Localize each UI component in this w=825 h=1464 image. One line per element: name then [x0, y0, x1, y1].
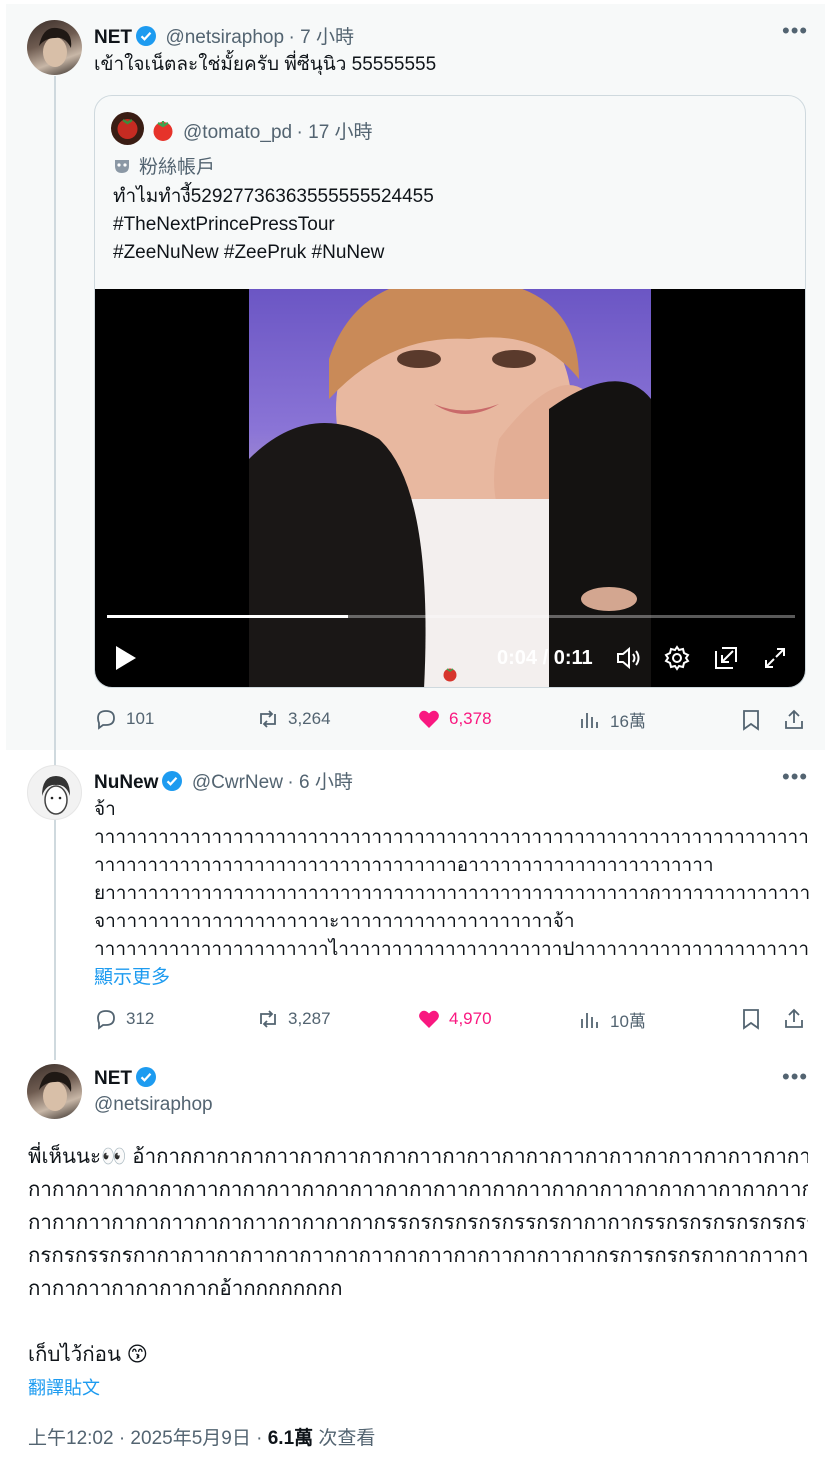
- reply-button[interactable]: 101: [94, 707, 154, 731]
- like-button[interactable]: 4,970: [417, 1007, 492, 1031]
- settings-gear-icon[interactable]: [664, 645, 690, 671]
- handle[interactable]: @netsiraphop: [165, 27, 284, 48]
- video-player[interactable]: 0:04 / 0:11: [95, 289, 805, 687]
- video-progress-fill: [107, 615, 348, 618]
- display-name[interactable]: NET: [94, 1068, 132, 1089]
- tweet-2-header: NuNew @CwrNew · 6 小時: [94, 767, 353, 794]
- reply-icon: [97, 710, 115, 730]
- quote-handle: @tomato_pd: [183, 122, 293, 143]
- play-icon[interactable]: [115, 645, 137, 671]
- view-count: 6.1萬: [267, 1428, 314, 1449]
- view-count-label: 次查看: [313, 1428, 376, 1449]
- more-options-icon[interactable]: •••: [782, 1064, 808, 1090]
- volume-icon[interactable]: [615, 645, 641, 671]
- tweet-2-text: จ้า าาาาาาาาาาาาาาาาาาาาาาาาาาาาาาาาาาาา…: [94, 799, 809, 960]
- reply-button[interactable]: 312: [94, 1007, 154, 1031]
- video-frame: [249, 289, 651, 687]
- picture-in-picture-icon[interactable]: [713, 645, 739, 671]
- tomato-watermark-icon: [443, 668, 457, 682]
- verified-badge-icon: [136, 26, 156, 46]
- retweet-icon: [260, 710, 276, 728]
- views-chart-icon: [581, 1012, 598, 1028]
- fan-account-badge: 粉絲帳戶: [113, 152, 215, 179]
- translate-post-link[interactable]: 翻譯貼文: [28, 1374, 100, 1400]
- tomato-emoji-icon: [151, 118, 175, 142]
- video-progress-track[interactable]: [107, 615, 795, 618]
- display-name[interactable]: NET: [94, 27, 132, 48]
- views-chart-icon: [581, 712, 598, 728]
- verified-badge-icon: [136, 1067, 156, 1087]
- verified-badge-icon: [162, 771, 183, 791]
- heart-icon: [419, 710, 439, 728]
- bookmark-icon[interactable]: [739, 1007, 763, 1031]
- mask-icon: [115, 159, 129, 173]
- share-icon[interactable]: [782, 708, 806, 732]
- more-options-icon[interactable]: •••: [782, 764, 808, 790]
- reply-icon: [97, 1010, 115, 1030]
- like-button[interactable]: 6,378: [417, 707, 492, 731]
- timestamp[interactable]: · 6 小時: [287, 772, 352, 793]
- heart-icon: [419, 1010, 439, 1028]
- handle[interactable]: @CwrNew: [192, 772, 283, 793]
- main-tweet-header: NET: [94, 1066, 157, 1090]
- avatar[interactable]: [27, 765, 82, 820]
- quote-avatar: [111, 112, 144, 145]
- quote-tweet-card[interactable]: @tomato_pd · 17 小時 粉絲帳戶 ทำไมทำงี้5292773…: [94, 95, 806, 688]
- thread-line: [54, 76, 56, 1060]
- video-time: 0:04 / 0:11: [497, 647, 593, 669]
- show-more-link[interactable]: 顯示更多: [94, 962, 170, 989]
- post-metadata: 上午12:02 · 2025年5月9日 · 6.1萬 次查看: [28, 1423, 375, 1450]
- bookmark-icon[interactable]: [739, 708, 763, 732]
- views-button[interactable]: 10萬: [578, 1007, 646, 1032]
- share-icon[interactable]: [782, 1007, 806, 1031]
- fullscreen-icon[interactable]: [762, 645, 788, 671]
- retweet-button[interactable]: 3,287: [256, 1007, 331, 1031]
- avatar[interactable]: [27, 20, 82, 75]
- quote-timestamp: · 17 小時: [296, 122, 373, 143]
- avatar[interactable]: [27, 1064, 82, 1119]
- retweet-button[interactable]: 3,264: [256, 707, 331, 731]
- display-name[interactable]: NuNew: [94, 772, 158, 793]
- tweet-1-text: เข้าใจเน็ตละใช่มั้ยครับ พี่ซีนุนิว 55555…: [94, 54, 437, 75]
- retweet-icon: [260, 1010, 276, 1028]
- quote-text: ทำไมทำงี้52927736363555555524455 #TheNex…: [113, 186, 434, 263]
- main-tweet-text: พี่เห็นนะ👀 อ้ากากกากากากาากากาากากากาากา…: [28, 1145, 808, 1366]
- timestamp[interactable]: · 7 小時: [289, 27, 354, 48]
- post-timestamp[interactable]: 上午12:02 · 2025年5月9日 ·: [28, 1428, 262, 1449]
- views-button[interactable]: 16萬: [578, 707, 646, 732]
- handle[interactable]: @netsiraphop: [94, 1094, 213, 1116]
- tweet-1-header: NET @netsiraphop · 7 小時: [94, 22, 354, 49]
- more-options-icon[interactable]: •••: [782, 18, 808, 44]
